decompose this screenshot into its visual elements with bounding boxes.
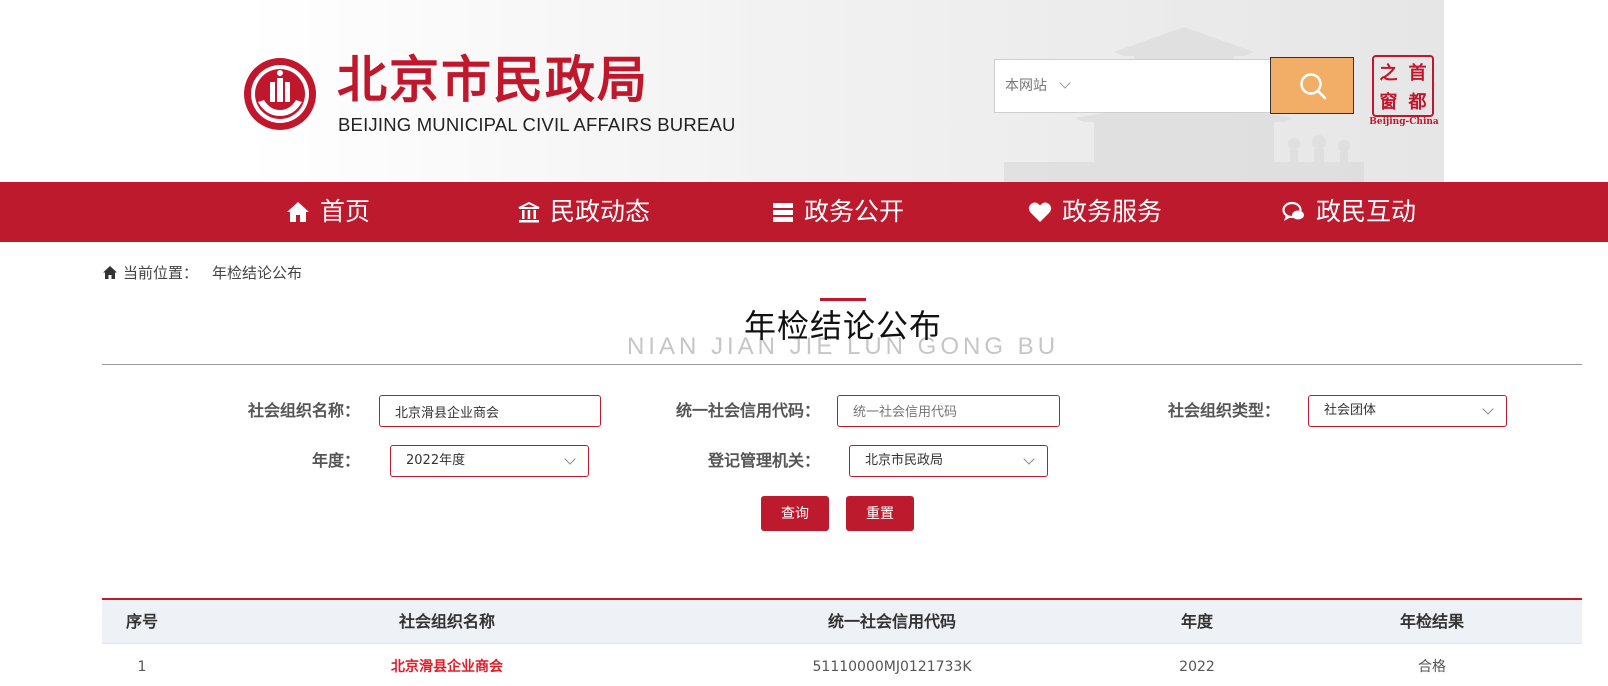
bureau-logo-icon[interactable] <box>242 56 318 132</box>
nav-item-label: 政务公开 <box>804 197 905 226</box>
building-icon <box>518 201 540 223</box>
breadcrumb-current[interactable]: 年检结论公布 <box>212 262 302 283</box>
col-header-org-name: 社会组织名称 <box>398 612 495 631</box>
authority-label: 登记管理机关： <box>707 451 820 470</box>
capital-window-seal[interactable]: 之 首 窗 都 <box>1372 55 1434 117</box>
col-header-index: 序号 <box>125 612 158 631</box>
search-scope-label: 本网站 <box>1005 78 1047 94</box>
document-stack-icon <box>773 203 793 222</box>
col-header-result: 年检结果 <box>1399 612 1464 631</box>
nav-item-services[interactable]: 政务服务 <box>1028 182 1162 242</box>
home-icon <box>287 202 309 222</box>
seal-char: 首 <box>1408 62 1427 84</box>
site-header: 北京市民政局 BEIJING MUNICIPAL CIVIL AFFAIRS B… <box>0 0 1608 182</box>
search-scope-select[interactable]: 本网站 <box>1005 60 1071 112</box>
seal-subtitle: Beijing-China <box>1369 117 1439 127</box>
home-icon[interactable] <box>103 266 117 279</box>
seal-char: 窗 <box>1379 91 1398 113</box>
year-value: 2022年度 <box>406 453 466 468</box>
title-accent-bar <box>820 298 866 301</box>
search-input[interactable] <box>1095 68 1255 104</box>
authority-select[interactable]: 北京市民政局 <box>849 445 1048 477</box>
table-header: 序号 社会组织名称 统一社会信用代码 年度 年检结果 <box>102 600 1582 644</box>
cell-index: 1 <box>137 659 147 675</box>
seal-char: 都 <box>1408 91 1427 113</box>
page-title: 年检结论公布 <box>743 307 942 345</box>
year-select[interactable]: 2022年度 <box>390 445 589 477</box>
org-type-value: 社会团体 <box>1324 403 1377 418</box>
nav-item-label: 政务服务 <box>1062 197 1163 226</box>
cell-result: 合格 <box>1418 659 1446 675</box>
chevron-down-icon <box>1482 403 1494 415</box>
cell-year: 2022 <box>1179 659 1215 675</box>
org-type-label: 社会组织类型： <box>1167 401 1280 420</box>
main-nav: 首页 民政动态 政务公开 政务服务 政民互动 <box>0 182 1608 242</box>
nav-item-label: 首页 <box>320 197 371 226</box>
chat-icon <box>1282 201 1304 221</box>
breadcrumb-prefix: 当前位置： <box>123 264 199 282</box>
search-button[interactable] <box>1270 57 1354 114</box>
chevron-down-icon <box>1023 453 1035 465</box>
cell-credit-code: 51110000MJ0121733K <box>812 659 972 675</box>
org-name-input[interactable] <box>379 395 601 427</box>
heart-icon <box>1028 202 1052 222</box>
credit-code-input[interactable] <box>837 395 1060 427</box>
cell-org-name-link[interactable]: 北京滑县企业商会 <box>292 645 602 686</box>
nav-item-label: 民政动态 <box>550 197 651 226</box>
year-label: 年度： <box>311 451 360 470</box>
table-row: 1 北京滑县企业商会 51110000MJ0121733K 2022 合格 <box>102 645 1582 686</box>
chevron-down-icon <box>564 453 576 465</box>
site-title-en: BEIJING MUNICIPAL CIVIL AFFAIRS BUREAU <box>338 114 736 135</box>
authority-value: 北京市民政局 <box>865 453 944 468</box>
nav-item-home[interactable]: 首页 <box>286 182 370 242</box>
site-title-cn: 北京市民政局 <box>337 50 649 109</box>
chevron-down-icon <box>1059 77 1071 89</box>
nav-item-interaction[interactable]: 政民互动 <box>1282 182 1416 242</box>
org-name-label: 社会组织名称： <box>247 401 360 420</box>
search-icon <box>1300 73 1327 100</box>
org-type-select[interactable]: 社会团体 <box>1308 395 1507 427</box>
query-button[interactable]: 查询 <box>761 496 829 531</box>
nav-item-news[interactable]: 民政动态 <box>518 182 650 242</box>
seal-char: 之 <box>1379 62 1398 84</box>
col-header-credit-code: 统一社会信用代码 <box>827 612 956 631</box>
nav-item-label: 政民互动 <box>1316 197 1417 226</box>
credit-code-label: 统一社会信用代码： <box>675 401 820 420</box>
title-divider <box>102 364 1582 365</box>
reset-button[interactable]: 重置 <box>846 496 914 531</box>
col-header-year: 年度 <box>1180 612 1213 631</box>
nav-item-gov-affairs[interactable]: 政务公开 <box>772 182 904 242</box>
breadcrumb: 当前位置： 年检结论公布 <box>103 262 302 283</box>
